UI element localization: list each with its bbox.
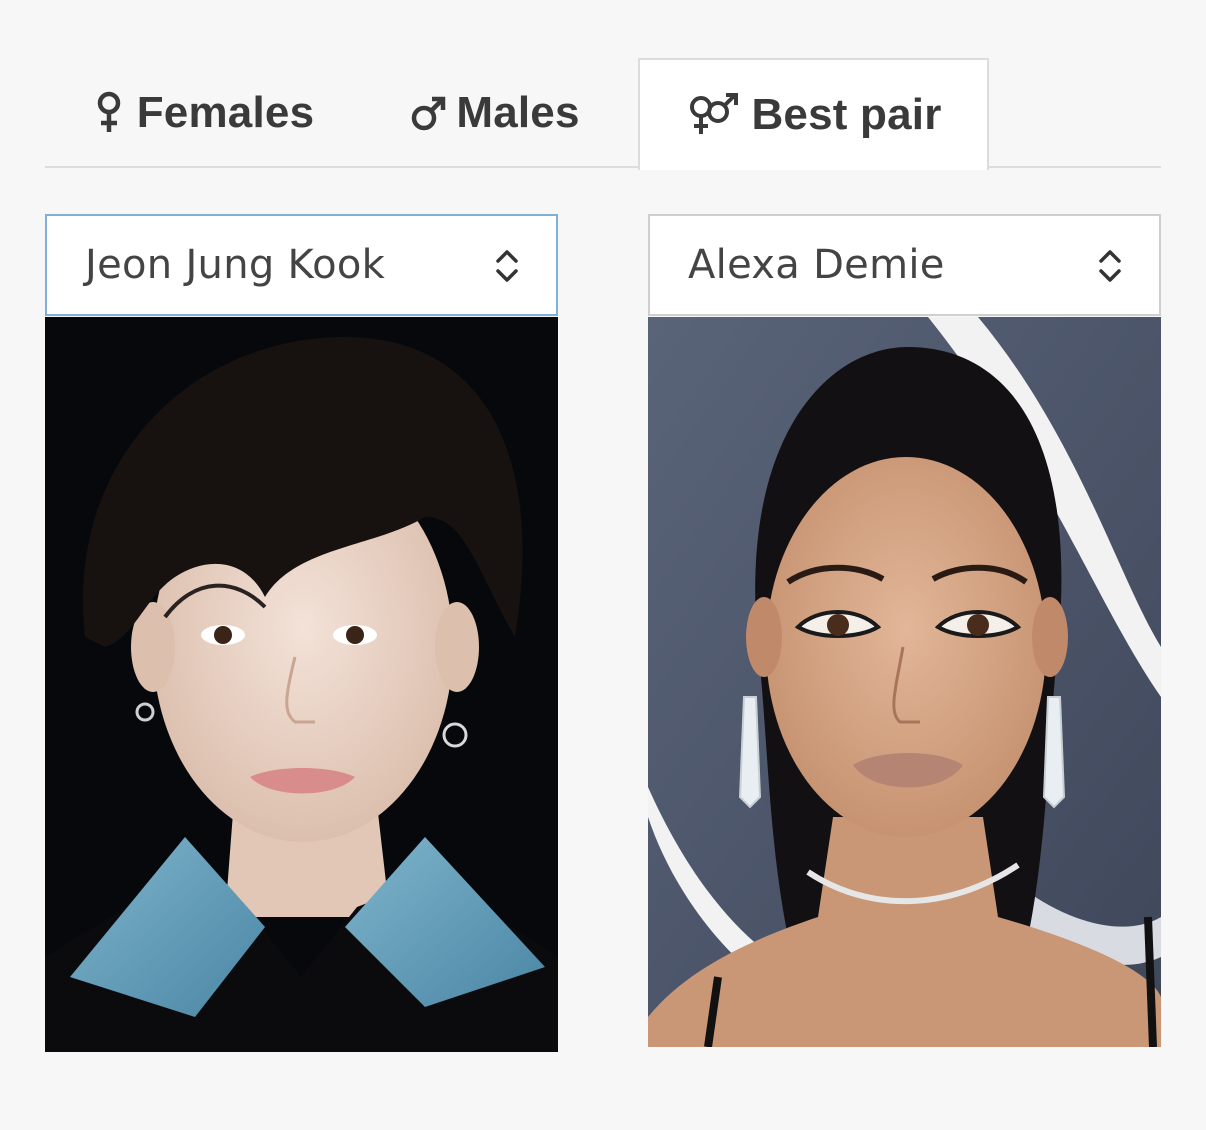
right-person-select-value: Alexa Demie <box>688 242 945 288</box>
tab-males-label: Males <box>456 88 580 137</box>
tab-best-pair[interactable]: Best pair <box>638 58 989 170</box>
tab-males[interactable]: Males <box>400 58 590 168</box>
left-person-column: Jeon Jung Kook <box>45 214 558 1052</box>
right-person-column: Alexa Demie <box>648 214 1161 1047</box>
best-pair-page: Females Males Best pair Jeon Jung Kook A… <box>0 0 1206 1130</box>
female-sign-icon <box>97 91 120 132</box>
male-sign-icon <box>412 96 446 131</box>
gender-pair-icon <box>690 93 739 134</box>
left-person-select[interactable]: Jeon Jung Kook <box>45 214 558 316</box>
tab-females-label: Females <box>136 88 315 137</box>
left-person-select-value: Jeon Jung Kook <box>85 242 386 288</box>
select-arrows-icon <box>1099 250 1121 282</box>
select-arrows-icon <box>496 250 518 282</box>
right-person-select[interactable]: Alexa Demie <box>648 214 1161 316</box>
right-person-photo <box>648 317 1161 1047</box>
tab-best-pair-label: Best pair <box>751 90 942 139</box>
gender-tabs: Females Males Best pair <box>45 58 1161 170</box>
left-person-photo <box>45 317 558 1052</box>
tab-females[interactable]: Females <box>85 58 320 168</box>
